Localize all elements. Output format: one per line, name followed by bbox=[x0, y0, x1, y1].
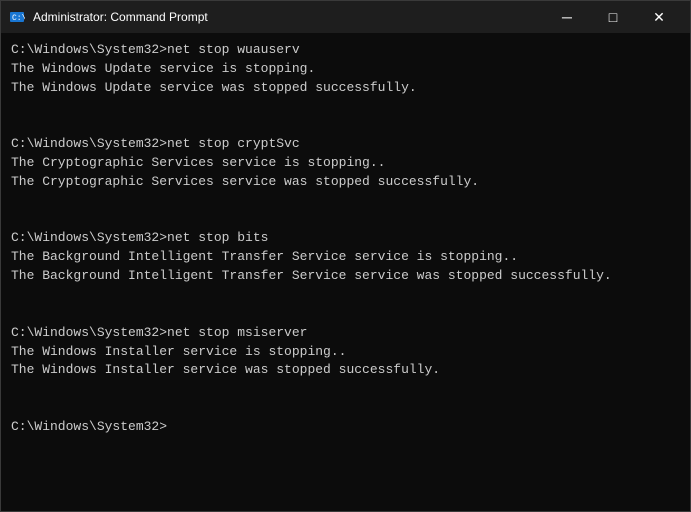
terminal-line bbox=[11, 399, 680, 418]
minimize-button[interactable]: ─ bbox=[544, 1, 590, 33]
close-button[interactable]: ✕ bbox=[636, 1, 682, 33]
terminal-line: The Cryptographic Services service is st… bbox=[11, 154, 680, 173]
window-controls: ─ □ ✕ bbox=[544, 1, 682, 33]
terminal-line bbox=[11, 286, 680, 305]
title-bar: C:\ Administrator: Command Prompt ─ □ ✕ bbox=[1, 1, 690, 33]
terminal-line: The Windows Installer service is stoppin… bbox=[11, 343, 680, 362]
terminal-line bbox=[11, 98, 680, 117]
window-title: Administrator: Command Prompt bbox=[33, 10, 544, 24]
terminal-line: The Windows Installer service was stoppe… bbox=[11, 361, 680, 380]
cmd-window: C:\ Administrator: Command Prompt ─ □ ✕ … bbox=[0, 0, 691, 512]
svg-text:C:\: C:\ bbox=[12, 14, 25, 23]
maximize-button[interactable]: □ bbox=[590, 1, 636, 33]
terminal-line: C:\Windows\System32>net stop cryptSvc bbox=[11, 135, 680, 154]
terminal-line bbox=[11, 192, 680, 211]
terminal-line bbox=[11, 116, 680, 135]
terminal-line: C:\Windows\System32>net stop wuauserv bbox=[11, 41, 680, 60]
terminal-line bbox=[11, 380, 680, 399]
terminal-body[interactable]: C:\Windows\System32>net stop wuauservThe… bbox=[1, 33, 690, 511]
terminal-line: The Cryptographic Services service was s… bbox=[11, 173, 680, 192]
terminal-line: C:\Windows\System32>net stop bits bbox=[11, 229, 680, 248]
terminal-line bbox=[11, 305, 680, 324]
terminal-line: The Background Intelligent Transfer Serv… bbox=[11, 248, 680, 267]
terminal-line: C:\Windows\System32>net stop msiserver bbox=[11, 324, 680, 343]
terminal-line: The Windows Update service is stopping. bbox=[11, 60, 680, 79]
terminal-line bbox=[11, 211, 680, 230]
terminal-line: The Background Intelligent Transfer Serv… bbox=[11, 267, 680, 286]
terminal-line: C:\Windows\System32> bbox=[11, 418, 680, 437]
terminal-line: The Windows Update service was stopped s… bbox=[11, 79, 680, 98]
window-icon: C:\ bbox=[9, 9, 25, 25]
